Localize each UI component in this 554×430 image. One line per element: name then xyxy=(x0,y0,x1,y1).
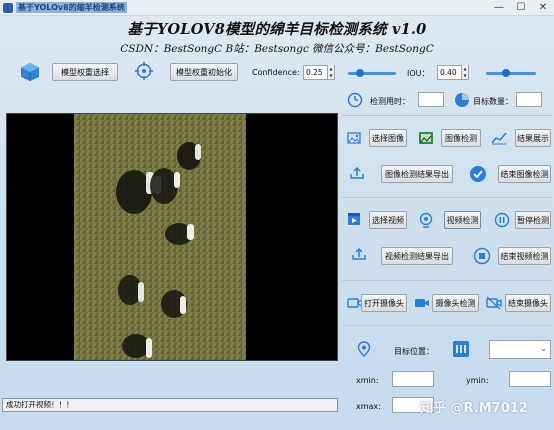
image-detect-icon xyxy=(418,130,434,146)
iou-slider-handle[interactable] xyxy=(502,69,510,77)
detect-image-button[interactable]: 图像检测 xyxy=(441,129,481,147)
line-chart-icon xyxy=(491,131,507,145)
show-result-button[interactable]: 结果展示 xyxy=(515,129,551,147)
iou-label: IOU： xyxy=(407,69,430,78)
xmin-field xyxy=(392,371,434,387)
target-select-dropdown[interactable]: ⌄ xyxy=(489,340,551,359)
camera-off-icon xyxy=(486,296,502,310)
select-image-button[interactable]: 选择图像 xyxy=(369,129,407,147)
confidence-label: Confidence: xyxy=(252,68,300,77)
ymin-label: ymin: xyxy=(466,376,489,385)
detect-camera-button[interactable]: 摄像头检测 xyxy=(432,294,479,312)
video-frame-image xyxy=(74,114,246,360)
upload-video-icon xyxy=(351,247,367,261)
iou-spin-arrows[interactable]: ▲ ▼ xyxy=(461,65,468,79)
count-label: 目标数量： xyxy=(473,97,513,106)
divider xyxy=(342,197,552,198)
divider xyxy=(342,280,552,281)
xmax-label: xmax: xyxy=(356,402,381,411)
export-image-button[interactable]: 图像检测结果导出 xyxy=(381,165,453,183)
divider xyxy=(342,115,552,116)
confidence-spin-arrows[interactable]: ▲ ▼ xyxy=(327,65,334,79)
video-camera-icon xyxy=(414,296,430,310)
confidence-slider-handle[interactable] xyxy=(356,69,364,77)
count-value xyxy=(516,92,542,107)
location-pin-icon xyxy=(357,341,371,357)
confidence-value: 0.25 xyxy=(306,68,323,77)
minimize-button[interactable]: — xyxy=(488,1,510,15)
ymin-field xyxy=(509,371,551,387)
page-subtitle: CSDN：BestSongC B站：Bestsongc 微信公众号：BestSo… xyxy=(120,43,434,55)
watermark: 知乎 @R.M7012 xyxy=(420,401,528,416)
status-bar: 成功打开视频！！！ xyxy=(2,398,338,412)
xmin-label: xmin: xyxy=(356,376,379,385)
iou-value: 0.40 xyxy=(440,68,457,77)
init-weights-button[interactable]: 模型权重初始化 xyxy=(170,63,238,81)
confidence-slider[interactable] xyxy=(348,69,396,77)
upload-icon xyxy=(349,166,365,180)
time-label: 检测用时： xyxy=(370,97,410,106)
chevron-down-icon: ⌄ xyxy=(540,344,547,353)
target-position-label: 目标位置： xyxy=(394,347,434,356)
page-title: 基于YOLOV8模型的绵羊目标检测系统 v1.0 xyxy=(127,21,427,38)
close-camera-button[interactable]: 结束摄像头 xyxy=(505,294,551,312)
video-file-icon xyxy=(347,212,361,226)
window-title: 基于YOLOv8的缩羊检测系统 xyxy=(16,2,127,13)
pause-icon xyxy=(494,212,510,228)
maximize-button[interactable]: ☐ xyxy=(510,1,532,15)
pie-chart-icon xyxy=(454,92,470,108)
stop-circle-icon xyxy=(473,247,491,265)
webcam-icon xyxy=(418,212,434,228)
stop-image-button[interactable]: 结束图像检测 xyxy=(498,165,551,183)
check-circle-icon xyxy=(469,165,487,183)
app-icon xyxy=(3,3,13,13)
close-button[interactable]: ✕ xyxy=(532,1,554,15)
video-display xyxy=(6,113,338,361)
iou-slider[interactable] xyxy=(486,69,536,77)
time-value xyxy=(418,92,444,107)
image-icon xyxy=(347,131,361,145)
divider xyxy=(342,325,552,326)
target-icon xyxy=(135,62,153,80)
pause-detect-button[interactable]: 暂停检测 xyxy=(515,211,551,229)
list-select-icon xyxy=(452,340,470,358)
detect-video-button[interactable]: 视频检测 xyxy=(444,211,481,229)
clock-icon xyxy=(347,92,363,108)
export-video-button[interactable]: 视频检测结果导出 xyxy=(381,247,453,265)
cube-icon xyxy=(20,62,40,82)
open-camera-button[interactable]: 打开摄像头 xyxy=(361,294,407,312)
select-weights-button[interactable]: 模型权重选择 xyxy=(52,63,118,81)
stop-video-button[interactable]: 结束视频检测 xyxy=(498,247,551,265)
select-video-button[interactable]: 选择视频 xyxy=(369,211,407,229)
